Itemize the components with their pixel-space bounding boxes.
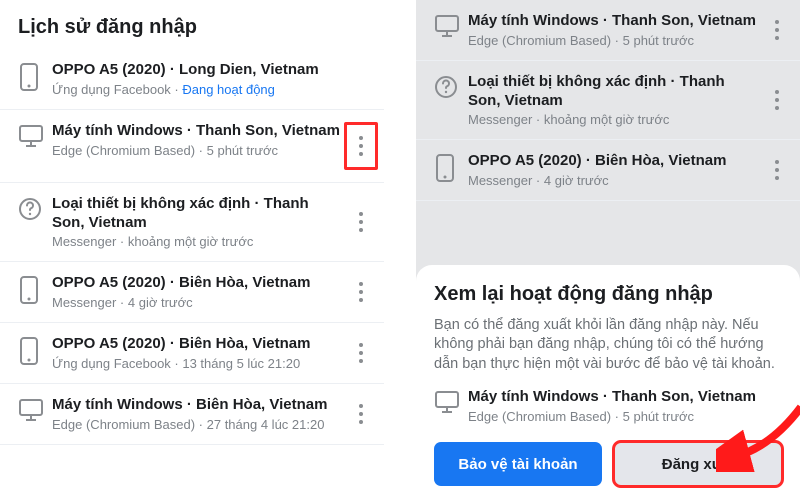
session-text: Loại thiết bị không xác định · Thanh Son…	[52, 195, 344, 250]
session-device: Loại thiết bị không xác định · Thanh Son…	[52, 195, 344, 233]
bottom-sheet: Xem lại hoạt động đăng nhập Bạn có thể đ…	[416, 265, 800, 500]
session-list: OPPO A5 (2020) · Long Dien, Vietnam Ứng d…	[0, 49, 384, 445]
phone-icon	[18, 335, 52, 365]
phone-icon	[434, 152, 468, 182]
phone-icon	[18, 274, 52, 304]
more-options-button[interactable]	[760, 158, 794, 182]
session-text: OPPO A5 (2020) · Biên Hòa, Vietnam Messen…	[468, 152, 760, 188]
desktop-icon	[18, 122, 52, 148]
session-device: OPPO A5 (2020) · Biên Hòa, Vietnam	[52, 274, 344, 293]
session-meta: Ứng dụng FacebookĐang hoạt động	[52, 82, 378, 97]
more-options-button[interactable]	[344, 341, 378, 365]
desktop-icon	[434, 388, 468, 414]
session-meta: Messenger4 giờ trước	[468, 173, 760, 188]
more-options-button[interactable]	[760, 88, 794, 112]
session-text: Máy tính Windows · Biên Hòa, Vietnam Edge…	[52, 396, 344, 432]
session-device: Máy tính Windows · Biên Hòa, Vietnam	[52, 396, 344, 415]
desktop-icon	[18, 396, 52, 422]
session-device: OPPO A5 (2020) · Biên Hòa, Vietnam	[468, 152, 760, 171]
secure-account-button[interactable]: Bảo vệ tài khoản	[434, 442, 602, 486]
session-item[interactable]: OPPO A5 (2020) · Biên Hòa, Vietnam Messen…	[416, 140, 800, 201]
desktop-icon	[434, 12, 468, 38]
session-meta: Edge (Chromium Based)5 phút trước	[468, 409, 782, 424]
session-item[interactable]: Máy tính Windows · Biên Hòa, Vietnam Edge…	[0, 384, 384, 445]
session-text: OPPO A5 (2020) · Long Dien, Vietnam Ứng d…	[52, 61, 378, 97]
more-options-button[interactable]	[344, 402, 378, 426]
session-device: OPPO A5 (2020) · Biên Hòa, Vietnam	[52, 335, 344, 354]
session-meta: Messengerkhoảng một giờ trước	[52, 234, 344, 249]
more-options-button[interactable]	[344, 210, 378, 234]
session-text: Máy tính Windows · Thanh Son, Vietnam Edg…	[468, 12, 760, 48]
session-meta: Edge (Chromium Based)27 tháng 4 lúc 21:2…	[52, 417, 344, 432]
session-meta: Messengerkhoảng một giờ trước	[468, 112, 760, 127]
sheet-description: Bạn có thể đăng xuất khỏi lần đăng nhập …	[434, 316, 782, 375]
session-device: Loại thiết bị không xác định · Thanh Son…	[468, 73, 760, 111]
session-meta: Edge (Chromium Based)5 phút trước	[468, 33, 760, 48]
screenshot-divider	[384, 0, 416, 500]
session-item[interactable]: Máy tính Windows · Thanh Son, Vietnam Edg…	[0, 110, 384, 183]
session-item[interactable]: Loại thiết bị không xác định · Thanh Son…	[416, 61, 800, 141]
sheet-session-item: Máy tính Windows · Thanh Son, Vietnam Ed…	[434, 388, 782, 424]
session-meta: Messenger4 giờ trước	[52, 295, 344, 310]
logout-button[interactable]: Đăng xuất	[614, 442, 782, 486]
question-icon	[18, 195, 52, 221]
session-text: OPPO A5 (2020) · Biên Hòa, Vietnam Messen…	[52, 274, 344, 310]
bg-session-list: Máy tính Windows · Thanh Son, Vietnam Edg…	[416, 0, 800, 201]
session-device: OPPO A5 (2020) · Long Dien, Vietnam	[52, 61, 378, 80]
sheet-title: Xem lại hoạt động đăng nhập	[434, 283, 782, 306]
session-item[interactable]: OPPO A5 (2020) · Biên Hòa, Vietnam Ứng dụ…	[0, 323, 384, 384]
page-title: Lịch sử đăng nhập	[0, 0, 384, 49]
session-item[interactable]: OPPO A5 (2020) · Biên Hòa, Vietnam Messen…	[0, 262, 384, 323]
session-text: OPPO A5 (2020) · Biên Hòa, Vietnam Ứng dụ…	[52, 335, 344, 371]
phone-icon	[18, 61, 52, 91]
session-device: Máy tính Windows · Thanh Son, Vietnam	[52, 122, 344, 141]
session-item[interactable]: Loại thiết bị không xác định · Thanh Son…	[0, 183, 384, 263]
question-icon	[434, 73, 468, 99]
sheet-buttons: Bảo vệ tài khoản Đăng xuất	[434, 442, 782, 486]
session-device: Máy tính Windows · Thanh Son, Vietnam	[468, 12, 760, 31]
session-text: Loại thiết bị không xác định · Thanh Son…	[468, 73, 760, 128]
session-item[interactable]: Máy tính Windows · Thanh Son, Vietnam Edg…	[416, 0, 800, 61]
more-options-button[interactable]	[344, 280, 378, 304]
login-history-screen: Lịch sử đăng nhập OPPO A5 (2020) · Long …	[0, 0, 384, 500]
session-meta: Ứng dụng Facebook13 tháng 5 lúc 21:20	[52, 356, 344, 371]
session-item[interactable]: OPPO A5 (2020) · Long Dien, Vietnam Ứng d…	[0, 49, 384, 110]
session-meta: Edge (Chromium Based)5 phút trước	[52, 143, 344, 158]
session-text: Máy tính Windows · Thanh Son, Vietnam Edg…	[52, 122, 344, 158]
session-device: Máy tính Windows · Thanh Son, Vietnam	[468, 388, 782, 407]
more-options-button[interactable]	[344, 122, 378, 170]
more-options-button[interactable]	[760, 18, 794, 42]
review-login-screen: Máy tính Windows · Thanh Son, Vietnam Edg…	[416, 0, 800, 500]
